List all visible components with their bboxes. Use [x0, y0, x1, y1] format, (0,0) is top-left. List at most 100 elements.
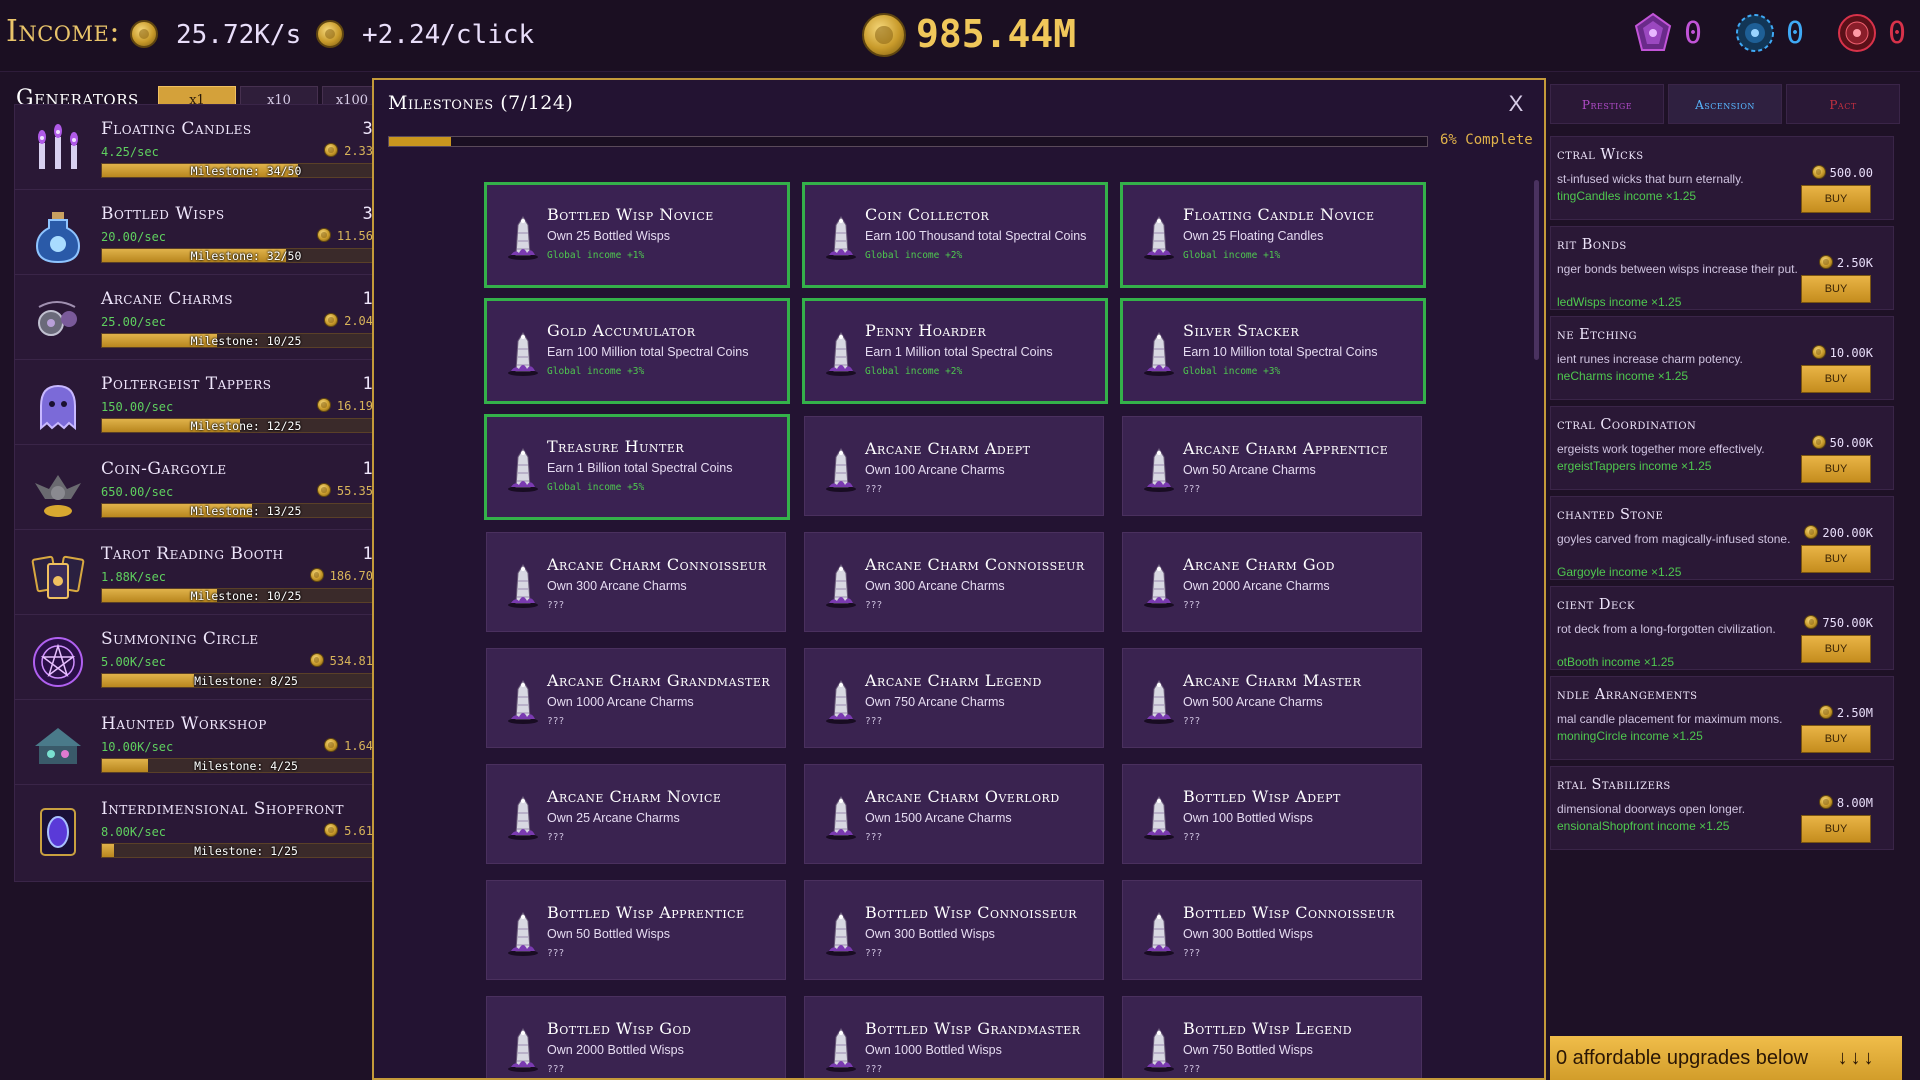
generator-cost[interactable]: 2.04: [324, 313, 373, 328]
candle-icon: [1141, 211, 1177, 261]
milestone-title: Arcane Charm Master: [1183, 671, 1362, 690]
milestone-description: Earn 100 Million total Spectral Coins: [547, 345, 749, 359]
generator-cost-value: 5.61: [344, 824, 373, 838]
milestone-reward: ???: [865, 600, 883, 611]
generator-card[interactable]: Poltergeist Tappers12150.00/sec16.19Mile…: [14, 359, 391, 457]
upgrade-cost: 500.00: [1811, 165, 1873, 180]
upgrade-title: ne Etching: [1557, 327, 1637, 343]
tab-ascension[interactable]: Ascension: [1668, 84, 1782, 124]
coin-icon: [1811, 165, 1826, 179]
upgrade-card[interactable]: ctral Wicks st-infused wicks that burn et…: [1550, 136, 1894, 220]
generator-cost[interactable]: 2.33: [324, 143, 373, 158]
upgrade-card[interactable]: chanted Stone goyles carved from magicall…: [1550, 496, 1894, 580]
milestone-title: Gold Accumulator: [547, 321, 696, 340]
generator-cost[interactable]: 5.61: [324, 823, 373, 838]
milestone-title: Bottled Wisp Adept: [1183, 787, 1341, 806]
upgrades-panel: Prestige Ascension Pact ctral Wicks st-in…: [1550, 84, 1920, 1080]
generator-card[interactable]: Summoning Circle85.00K/sec534.81Mileston…: [14, 614, 391, 712]
close-icon[interactable]: X: [1504, 92, 1528, 116]
upgrade-effect: ensionalShopfront income ×1.25: [1557, 819, 1730, 833]
buy-button[interactable]: BUY: [1801, 365, 1871, 393]
pact-count: 0: [1888, 16, 1907, 51]
generator-cost[interactable]: 11.56: [316, 228, 373, 243]
coin-balance: 985.44M: [916, 12, 1077, 56]
milestone-card-completed: Treasure Hunter Earn 1 Billion total Spec…: [484, 414, 790, 520]
generator-card[interactable]: Tarot Reading Booth101.88K/sec186.70Mile…: [14, 529, 391, 627]
income-rate: 25.72K/s: [176, 20, 302, 50]
generator-card[interactable]: Floating Candles344.25/sec2.33Milestone:…: [14, 104, 391, 202]
milestone-card-locked: Bottled Wisp Connoisseur Own 300 Bottled …: [804, 880, 1104, 980]
generator-cost-value: 534.81: [329, 654, 373, 668]
upgrade-card[interactable]: rit Bonds nger bonds between wisps increa…: [1550, 226, 1894, 310]
generator-cost-value: 55.35: [336, 484, 373, 498]
tab-pact[interactable]: Pact: [1786, 84, 1900, 124]
upgrade-cost-value: 200.00K: [1822, 526, 1873, 540]
candle-icon: [823, 791, 859, 841]
candle-icon: [505, 1023, 541, 1073]
milestone-description: Own 25 Floating Candles: [1183, 229, 1324, 243]
generators-panel: Generators x1 x10 x100 Floating Candles3…: [0, 78, 391, 1080]
buy-button[interactable]: BUY: [1801, 545, 1871, 573]
click-rate: +2.24/click: [362, 20, 535, 50]
scrollbar-thumb[interactable]: [1534, 180, 1539, 360]
coin-icon: [1818, 795, 1833, 809]
upgrade-title: rtal Stabilizers: [1557, 777, 1671, 793]
gargoyle-icon: [29, 463, 87, 521]
generator-cost[interactable]: 186.70: [309, 568, 373, 583]
tarot-icon: [29, 548, 87, 606]
generator-card[interactable]: Bottled Wisps3220.00/sec11.56Milestone: …: [14, 189, 391, 287]
buy-button[interactable]: BUY: [1801, 635, 1871, 663]
buy-button[interactable]: BUY: [1801, 815, 1871, 843]
generator-card[interactable]: Haunted Workshop410.00K/sec1.64Milestone…: [14, 699, 391, 797]
generator-cost[interactable]: 55.35: [316, 483, 373, 498]
generator-card[interactable]: Interdimensional Shopfront18.00K/sec5.61…: [14, 784, 391, 882]
generator-rate: 5.00K/sec: [101, 655, 167, 669]
upgrade-card[interactable]: rtal Stabilizers dimensional doorways ope…: [1550, 766, 1894, 850]
generator-rate: 650.00/sec: [101, 485, 174, 499]
upgrade-card[interactable]: ne Etching ient runes increase charm pote…: [1550, 316, 1894, 400]
milestones-progress-fill: [389, 137, 452, 146]
coin-icon: [316, 398, 331, 412]
generator-card[interactable]: Coin-Gargoyle13650.00/sec55.35Milestone:…: [14, 444, 391, 542]
generator-cost-value: 2.04: [344, 314, 373, 328]
milestones-title: Milestones (7/124): [388, 92, 574, 114]
coin-icon: [1818, 255, 1833, 269]
buy-button[interactable]: BUY: [1801, 185, 1871, 213]
summoning-circle-icon: [29, 633, 87, 691]
upgrade-cost-value: 10.00K: [1829, 346, 1873, 360]
buy-button[interactable]: BUY: [1801, 725, 1871, 753]
ascension-count: 0: [1786, 16, 1805, 51]
upgrade-card[interactable]: ndle Arrangements mal candle placement fo…: [1550, 676, 1894, 760]
upgrade-card[interactable]: cient Deck rot deck from a long-forgotten…: [1550, 586, 1894, 670]
tab-prestige[interactable]: Prestige: [1550, 84, 1664, 124]
buy-button[interactable]: BUY: [1801, 455, 1871, 483]
affordable-upgrades-bar[interactable]: 0 affordable upgrades below ↓↓↓: [1550, 1036, 1902, 1080]
affordable-upgrades-text: 0 affordable upgrades below: [1556, 1047, 1809, 1069]
milestone-reward: ???: [547, 600, 565, 611]
milestone-title: Bottled Wisp Apprentice: [547, 903, 745, 922]
milestone-reward: ???: [1183, 600, 1201, 611]
milestones-grid: Bottled Wisp Novice Own 25 Bottled Wisps G…: [484, 182, 1426, 1078]
generator-cost[interactable]: 534.81: [309, 653, 373, 668]
milestone-card-locked: Arcane Charm God Own 2000 Arcane Charms??…: [1122, 532, 1422, 632]
milestone-title: Silver Stacker: [1183, 321, 1300, 340]
generator-milestone-label: Milestone: 34/50: [190, 164, 302, 178]
generator-cost[interactable]: 16.19: [316, 398, 373, 413]
generator-milestone-bar: Milestone: 13/25: [101, 503, 391, 518]
generator-card[interactable]: Arcane Charms1025.00/sec2.04Milestone: 1…: [14, 274, 391, 372]
generator-cost[interactable]: 1.64: [324, 738, 373, 753]
milestone-description: Own 500 Arcane Charms: [1183, 695, 1323, 709]
buy-button[interactable]: BUY: [1801, 275, 1871, 303]
milestone-description: Own 750 Bottled Wisps: [1183, 1043, 1313, 1057]
income-label: Income:: [6, 14, 120, 49]
milestone-title: Arcane Charm Apprentice: [1183, 439, 1389, 458]
generator-milestone-bar: Milestone: 1/25: [101, 843, 391, 858]
coin-icon: [1811, 435, 1826, 449]
upgrade-cost: 2.50M: [1818, 705, 1873, 720]
candles-icon: [29, 123, 87, 181]
generator-name: Tarot Reading Booth: [101, 544, 284, 564]
upgrade-cost: 50.00K: [1811, 435, 1873, 450]
upgrade-card[interactable]: ctral Coordination ergeists work together…: [1550, 406, 1894, 490]
milestone-title: Arcane Charm Adept: [865, 439, 1031, 458]
milestone-description: Own 25 Bottled Wisps: [547, 229, 670, 243]
